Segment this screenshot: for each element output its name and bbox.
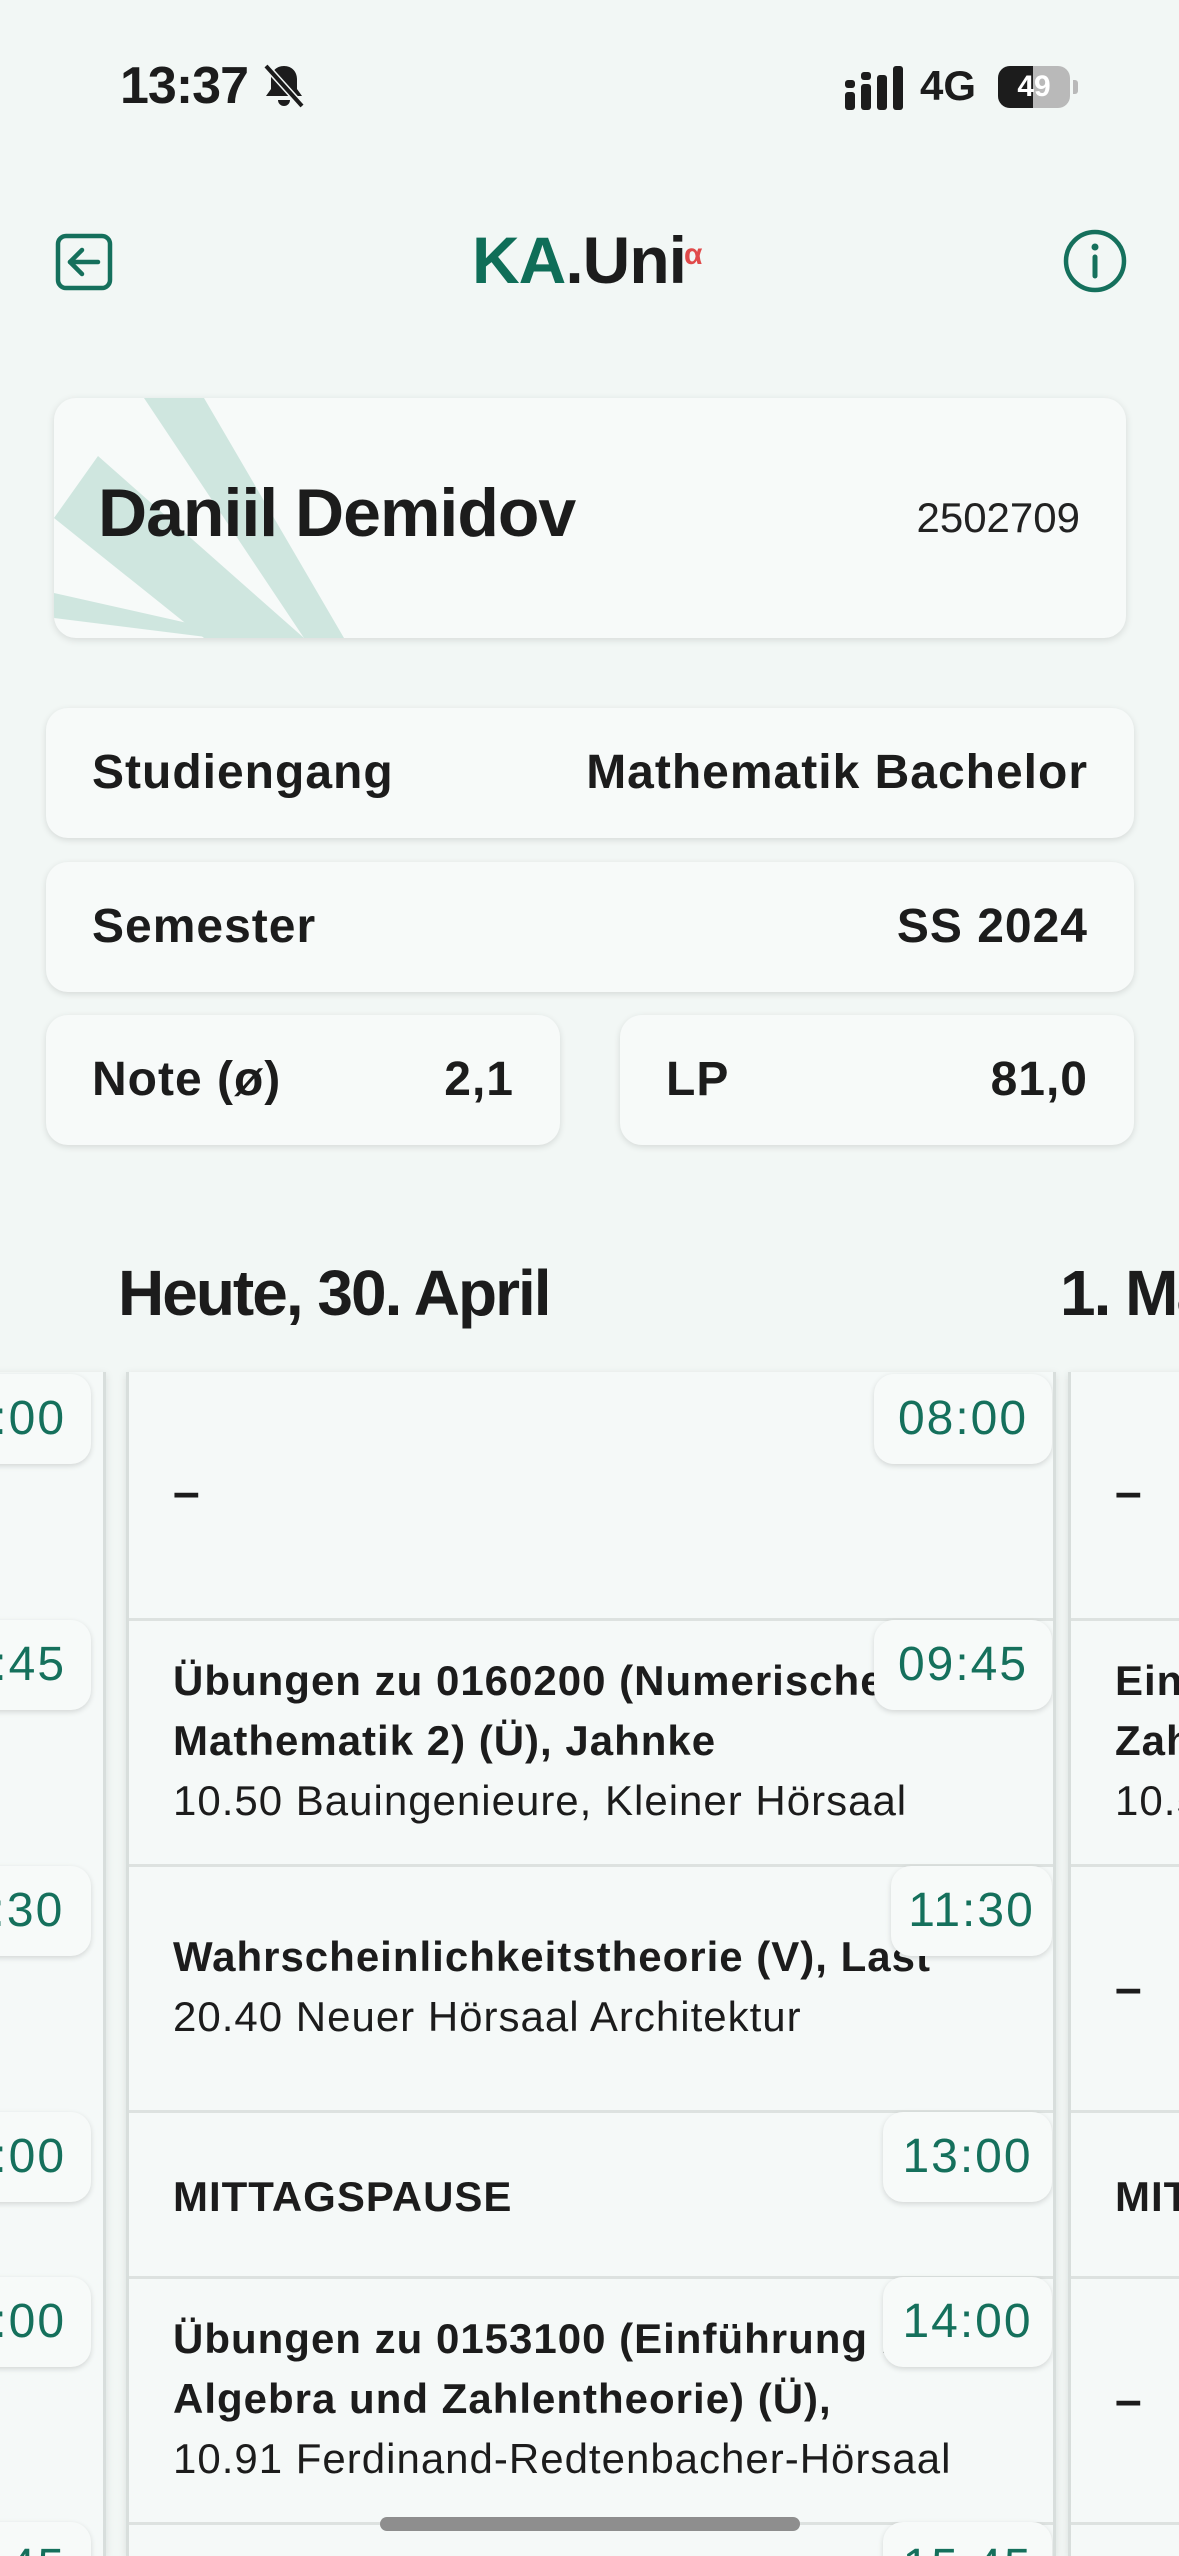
time-chip: 08:00 [874, 1374, 1052, 1464]
network-type: 4G [920, 62, 977, 109]
lesson-room: 10.50 Bauingenieure, Kleiner Hörsaal [173, 1777, 908, 1824]
program-label: Studiengang [92, 746, 394, 799]
lesson-slot[interactable] [1071, 2522, 1179, 2556]
time-chip: 15:45 [0, 2522, 91, 2556]
program-row: Studiengang Mathematik Bachelor [46, 708, 1134, 838]
program-value: Mathematik Bachelor [586, 746, 1088, 799]
lp-row: LP 81,0 [620, 1015, 1134, 1145]
slot-empty: – [173, 1466, 200, 1519]
app-logo: KA.Uni α [472, 222, 702, 298]
lesson-slot[interactable]: – [1071, 2276, 1179, 2522]
lesson-title: Zahlentheorie [1115, 1717, 1179, 1764]
lesson-slot[interactable]: – [1071, 1372, 1179, 1618]
home-indicator[interactable] [380, 2517, 800, 2531]
lesson-title: Übungen zu 0160200 (Numerische [173, 1657, 885, 1704]
lesson-slot[interactable]: Einführung in Algebra und Zahlentheorie … [1071, 1618, 1179, 1864]
lesson-title: Wahrscheinlichkeitstheorie (V), Last [173, 1933, 931, 1980]
time-chip: 08:00 [0, 1374, 91, 1464]
time-chip: 11:30 [891, 1866, 1052, 1956]
semester-row: Semester SS 2024 [46, 862, 1134, 992]
lesson-title: Algebra und Zahlentheorie) (Ü), [173, 2375, 832, 2422]
student-number: 2502709 [916, 494, 1080, 541]
logo-prefix: KA [472, 223, 566, 297]
lunch-break-label: MITTAGSPAUSE [173, 2173, 513, 2220]
grade-row: Note (ø) 2,1 [46, 1015, 560, 1145]
lesson-room: 20.40 Neuer Hörsaal Architektur [173, 1993, 802, 2040]
battery-percent: 49 [1017, 70, 1051, 103]
slot-empty: – [1115, 1466, 1142, 1519]
grade-value: 2,1 [444, 1053, 514, 1106]
lp-label: LP [666, 1053, 730, 1106]
today-column[interactable]: – Übungen zu 0160200 (Numerische Mathema… [126, 1372, 1056, 2556]
lesson-title: Übungen zu 0153100 (Einführung in [173, 2315, 921, 2362]
lunch-slot[interactable]: MITTAGSPAUSE [1071, 2110, 1179, 2276]
battery-indicator: 49 [998, 66, 1078, 108]
lp-value: 81,0 [990, 1053, 1088, 1106]
app-screen: 13:37 4G 49 KA.Uni α Daniil Demidov 2502… [0, 0, 1179, 2556]
lesson-title: Einführung in Algebra und [1115, 1657, 1179, 1704]
today-title: Heute, 30. April [118, 1257, 552, 1329]
time-chip: 13:00 [883, 2112, 1052, 2202]
signal-icon [845, 66, 903, 110]
student-id-card[interactable]: Daniil Demidov 2502709 [54, 398, 1126, 638]
student-name: Daniil Demidov [98, 475, 576, 551]
lesson-room: 10.50 Bauingenieure [1115, 1777, 1179, 1824]
previous-day-column[interactable]: 08:00 09:45 11:30 13:00 14:00 15:45 [0, 1372, 106, 2556]
status-time: 13:37 [120, 57, 249, 115]
time-chip: 09:45 [0, 1620, 91, 1710]
grade-label: Note (ø) [92, 1053, 282, 1106]
lesson-slot[interactable]: – [1071, 1864, 1179, 2110]
bell-slash-icon [263, 63, 305, 109]
lesson-title: Mathematik 2) (Ü), Jahnke [173, 1717, 717, 1764]
logout-arrow-icon[interactable] [54, 232, 114, 292]
semester-label: Semester [92, 900, 317, 953]
next-day-title: 1. Mai [1060, 1257, 1179, 1329]
logo-suffix: .Uni [565, 223, 687, 297]
next-day-column[interactable]: – Einführung in Algebra und Zahlentheori… [1068, 1372, 1179, 2556]
time-chip: 15:45 [883, 2522, 1052, 2556]
time-chip: 14:00 [883, 2277, 1052, 2367]
time-chip: 13:00 [0, 2112, 91, 2202]
time-chip: 09:45 [874, 1620, 1052, 1710]
lesson-room: 10.91 Ferdinand-Redtenbacher-Hörsaal [173, 2435, 952, 2482]
logo-badge: α [684, 238, 702, 271]
slot-empty: – [1115, 1962, 1142, 2015]
time-chip: 14:00 [0, 2277, 91, 2367]
semester-value: SS 2024 [896, 900, 1088, 953]
time-chip: 11:30 [0, 1866, 91, 1956]
info-circle-icon[interactable] [1062, 228, 1128, 294]
lunch-break-label: MITTAGSPAUSE [1115, 2173, 1179, 2220]
slot-empty: – [1115, 2374, 1142, 2427]
